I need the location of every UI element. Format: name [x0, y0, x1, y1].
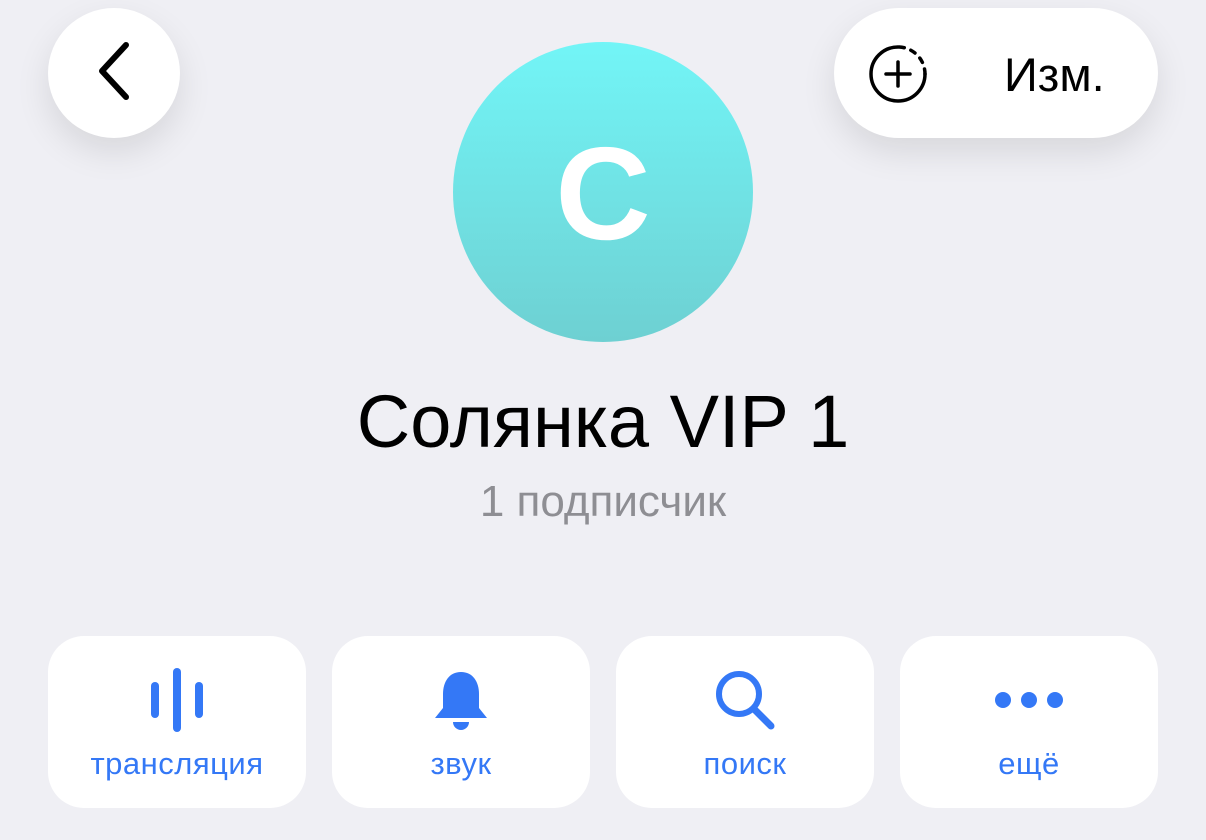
subscriber-count: 1 подписчик — [479, 477, 727, 526]
search-icon — [616, 664, 874, 736]
edit-label: Изм. — [1004, 48, 1105, 101]
sound-label: звук — [430, 746, 492, 781]
search-button[interactable]: поиск — [616, 636, 874, 808]
more-dots-icon — [900, 664, 1158, 736]
avatar[interactable]: С — [453, 42, 753, 342]
back-button[interactable] — [48, 8, 180, 138]
live-stream-button[interactable]: трансляция — [48, 636, 306, 808]
channel-title: Солянка VIP 1 — [356, 380, 850, 463]
more-label: ещё — [998, 746, 1060, 781]
live-stream-icon — [48, 664, 306, 736]
bell-icon — [332, 664, 590, 736]
sound-button[interactable]: звук — [332, 636, 590, 808]
edit-button[interactable]: Изм. — [834, 8, 1158, 138]
live-stream-label: трансляция — [90, 746, 264, 781]
more-button[interactable]: ещё — [900, 636, 1158, 808]
add-circle-dashed-icon — [868, 44, 928, 104]
search-label: поиск — [703, 746, 787, 781]
chevron-left-icon — [94, 39, 134, 108]
avatar-letter: С — [555, 120, 651, 267]
